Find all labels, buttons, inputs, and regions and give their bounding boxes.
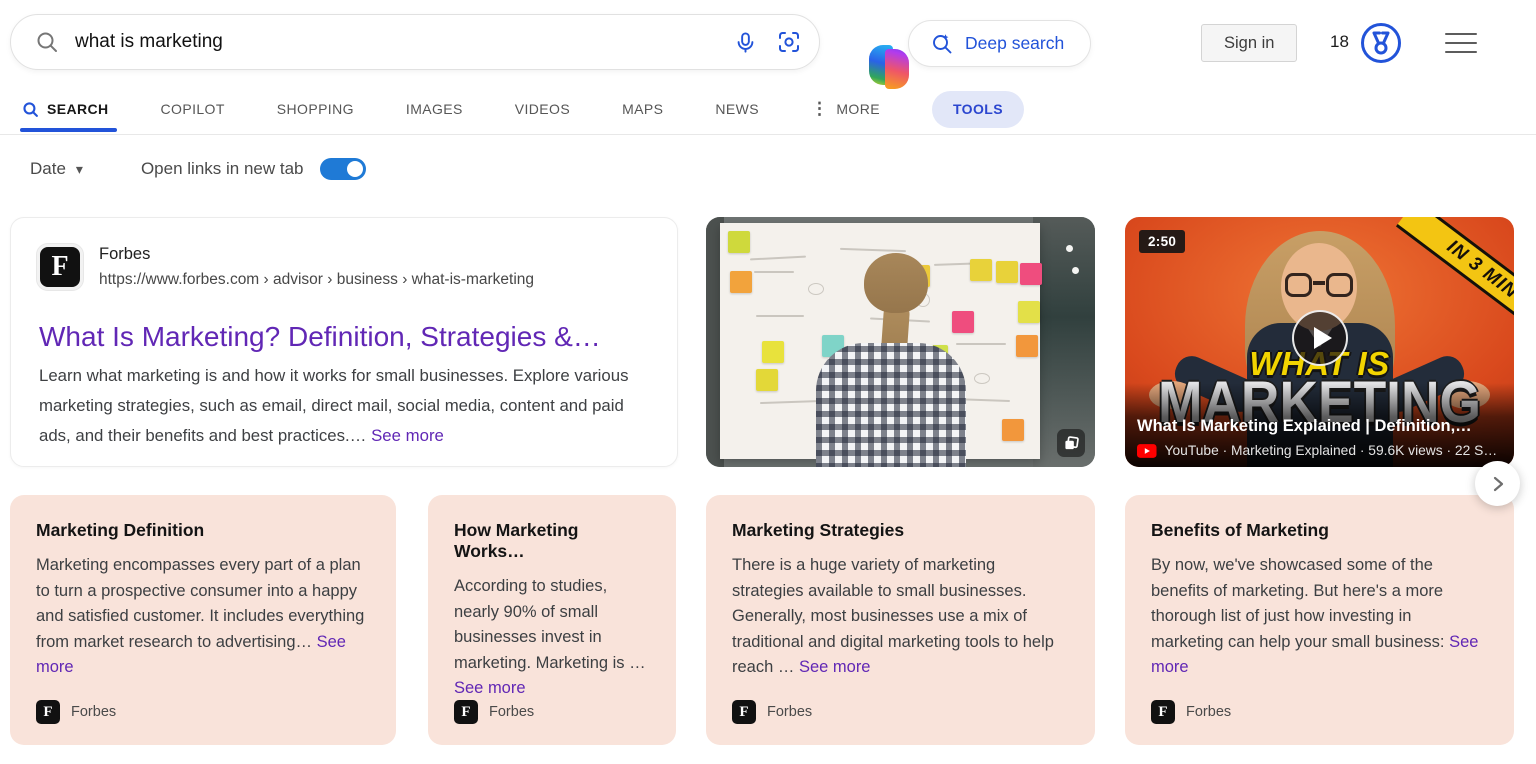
search-tabs: SEARCH COPILOT SHOPPING IMAGES VIDEOS MA… xyxy=(0,84,1536,135)
info-card-marketing-definition: Marketing Definition Marketing encompass… xyxy=(10,495,396,745)
deep-search-button[interactable]: Deep search xyxy=(908,20,1091,67)
tab-images[interactable]: IMAGES xyxy=(406,84,463,134)
card-body: By now, we've showcased some of the bene… xyxy=(1151,553,1488,681)
rewards-count: 18 xyxy=(1330,32,1349,52)
card-source: F Forbes xyxy=(732,700,812,724)
search-input[interactable] xyxy=(75,31,734,53)
rewards-medal-icon xyxy=(1360,22,1402,64)
visual-search-button[interactable] xyxy=(777,30,801,54)
microphone-icon xyxy=(734,31,757,54)
result-source-row: F Forbes https://www.forbes.com › adviso… xyxy=(37,244,534,290)
collections-icon xyxy=(1057,429,1085,457)
search-bar xyxy=(10,14,820,70)
tab-videos[interactable]: VIDEOS xyxy=(515,84,570,134)
voice-search-button[interactable] xyxy=(734,31,757,54)
deep-search-icon xyxy=(929,31,955,57)
video-meta: YouTube · Marketing Explained · 59.6K vi… xyxy=(1165,443,1502,458)
card-body: There is a huge variety of marketing str… xyxy=(732,553,1069,681)
card-body: Marketing encompasses every part of a pl… xyxy=(36,553,370,681)
info-card-marketing-strategies: Marketing Strategies There is a huge var… xyxy=(706,495,1095,745)
search-icon xyxy=(35,30,59,54)
sign-in-button[interactable]: Sign in xyxy=(1201,24,1297,62)
youtube-icon xyxy=(1137,444,1157,458)
result-snippet: Learn what marketing is and how it works… xyxy=(39,361,659,451)
forbes-favicon-small: F xyxy=(1151,700,1175,724)
card-title[interactable]: How Marketing Works… xyxy=(454,520,650,562)
card-title[interactable]: Benefits of Marketing xyxy=(1151,520,1488,541)
tab-search[interactable]: SEARCH xyxy=(22,84,109,134)
image-result-whiteboard[interactable] xyxy=(706,217,1095,467)
card-source-name: Forbes xyxy=(489,704,534,720)
copilot-button[interactable] xyxy=(841,19,888,66)
tab-tools[interactable]: TOOLS xyxy=(932,91,1024,128)
tab-more[interactable]: MORE xyxy=(811,84,880,134)
card-body: According to studies, nearly 90% of smal… xyxy=(454,574,650,702)
rewards-button[interactable] xyxy=(1360,22,1402,64)
visual-search-icon xyxy=(777,30,801,54)
hamburger-icon xyxy=(1444,33,1478,54)
video-result-card[interactable]: MARKETING WHAT IS IN 3 MIN 2:50 What Is … xyxy=(1125,217,1514,467)
caret-down-icon xyxy=(76,159,83,179)
tab-maps[interactable]: MAPS xyxy=(622,84,663,134)
play-icon[interactable] xyxy=(1292,310,1348,366)
tab-news[interactable]: NEWS xyxy=(715,84,759,134)
forbes-favicon-small: F xyxy=(36,700,60,724)
info-card-how-marketing-works: How Marketing Works… According to studie… xyxy=(428,495,676,745)
card-source-name: Forbes xyxy=(767,704,812,720)
card-source: F Forbes xyxy=(454,700,534,724)
info-card-benefits-of-marketing: Benefits of Marketing By now, we've show… xyxy=(1125,495,1514,745)
deep-search-label: Deep search xyxy=(965,33,1064,54)
card-see-more-link[interactable]: See more xyxy=(454,679,526,697)
more-ellipsis-icon xyxy=(811,99,828,119)
card-source-name: Forbes xyxy=(1186,704,1231,720)
in-3-min-ribbon: IN 3 MIN xyxy=(1396,217,1514,341)
forbes-favicon-small: F xyxy=(732,700,756,724)
tab-copilot[interactable]: COPILOT xyxy=(161,84,225,134)
date-filter-dropdown[interactable]: Date xyxy=(30,159,83,179)
video-caption: What Is Marketing Explained | Definition… xyxy=(1125,383,1514,467)
video-title: What Is Marketing Explained | Definition… xyxy=(1137,417,1502,436)
filter-bar: Date Open links in new tab xyxy=(30,158,366,180)
see-more-link[interactable]: See more xyxy=(371,426,444,445)
forbes-favicon: F xyxy=(37,244,83,290)
result-title-link[interactable]: What Is Marketing? Definition, Strategie… xyxy=(39,321,601,353)
video-duration-badge: 2:50 xyxy=(1139,230,1185,253)
card-source: F Forbes xyxy=(1151,700,1231,724)
result-site-name: Forbes xyxy=(99,245,534,264)
toggle-knob xyxy=(347,161,363,177)
new-tab-toggle[interactable] xyxy=(320,158,366,180)
bing-search-results-page: Deep search Sign in 18 SEARCH COPILOT SH… xyxy=(0,0,1536,764)
card-source-name: Forbes xyxy=(71,704,116,720)
card-see-more-link[interactable]: See more xyxy=(799,658,871,676)
forbes-favicon-small: F xyxy=(454,700,478,724)
carousel-next-button[interactable] xyxy=(1475,461,1520,506)
card-title[interactable]: Marketing Definition xyxy=(36,520,370,541)
search-tab-icon xyxy=(22,101,39,118)
open-links-label: Open links in new tab xyxy=(141,159,304,179)
result-card: F Forbes https://www.forbes.com › adviso… xyxy=(10,217,678,467)
chevron-right-icon xyxy=(1489,475,1507,493)
card-source: F Forbes xyxy=(36,700,116,724)
result-url: https://www.forbes.com › advisor › busin… xyxy=(99,271,534,289)
card-title[interactable]: Marketing Strategies xyxy=(732,520,1069,541)
menu-button[interactable] xyxy=(1444,30,1478,56)
tab-shopping[interactable]: SHOPPING xyxy=(277,84,354,134)
